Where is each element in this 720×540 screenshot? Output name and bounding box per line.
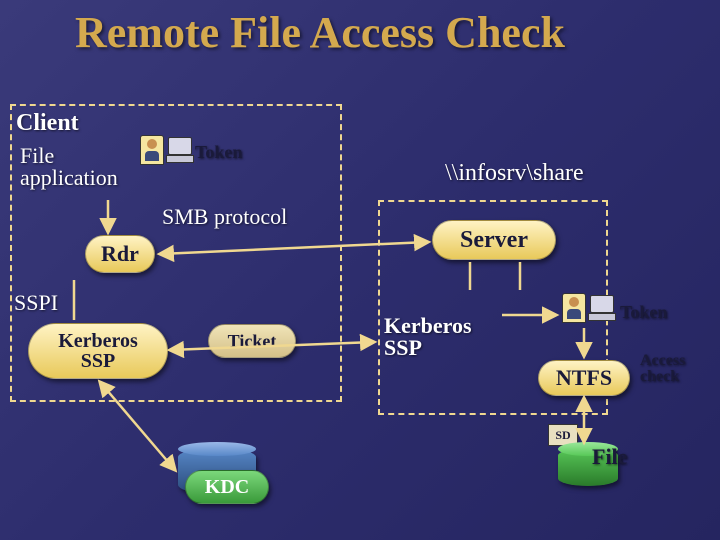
share-path-label: \\infosrv\share [445, 160, 584, 187]
computer-icon [588, 295, 614, 321]
ntfs-text: NTFS [556, 365, 612, 391]
client-kerberos-ssp-box: Kerberos SSP [28, 323, 168, 379]
kdc-box: KDC [185, 470, 269, 504]
kdc-text: KDC [205, 476, 249, 499]
server-token-label: Token [620, 302, 667, 323]
client-usercomputer-icon [140, 135, 192, 165]
sspi-label: SSPI [14, 290, 58, 316]
sd-text: SD [555, 428, 570, 443]
smb-protocol-label: SMB protocol [162, 204, 287, 230]
ticket-box: Ticket [208, 324, 296, 358]
client-label: Client [16, 110, 79, 137]
user-icon [562, 293, 586, 323]
ntfs-box: NTFS [538, 360, 630, 396]
file-application-label: File application [20, 145, 140, 189]
rdr-text: Rdr [101, 241, 139, 267]
rdr-box: Rdr [85, 235, 155, 273]
client-kerberos-ssp-text: Kerberos SSP [58, 331, 138, 371]
ticket-text: Ticket [228, 331, 277, 352]
server-usercomputer-icon [562, 293, 614, 323]
access-check-label: Access check [640, 353, 710, 385]
computer-icon [166, 137, 192, 163]
slide-title: Remote File Access Check [75, 10, 565, 56]
server-kerberos-ssp-label: Kerberos SSP [384, 315, 504, 359]
server-text: Server [460, 227, 528, 254]
file-label: File [592, 444, 627, 470]
client-token-label: Token [195, 142, 242, 163]
user-icon [140, 135, 164, 165]
server-box: Server [432, 220, 556, 260]
